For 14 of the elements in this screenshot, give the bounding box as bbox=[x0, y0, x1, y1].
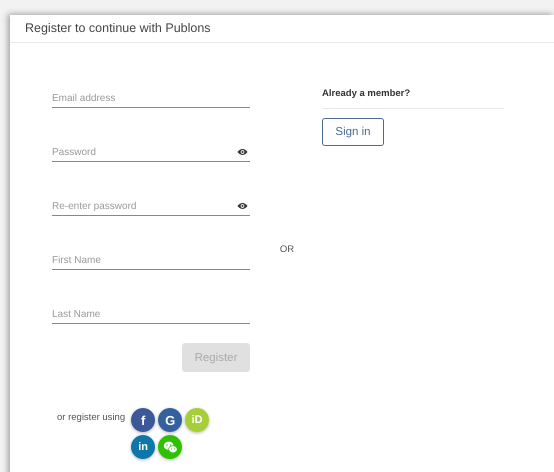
eye-icon[interactable] bbox=[237, 148, 248, 156]
social-login-button[interactable]: in bbox=[131, 435, 156, 459]
input-field[interactable]: Last Name bbox=[52, 305, 250, 324]
input-field[interactable]: Email address bbox=[52, 89, 250, 108]
social-login-button[interactable]: f bbox=[131, 408, 156, 432]
social-label: or register using bbox=[57, 412, 126, 425]
eye-icon[interactable] bbox=[237, 202, 248, 210]
input-field[interactable]: Re-enter password bbox=[52, 197, 250, 216]
input-field[interactable]: First Name bbox=[52, 251, 250, 270]
or-separator: OR bbox=[280, 244, 294, 256]
member-heading: Already a member? bbox=[322, 88, 410, 99]
dialog-title: Register to continue with Publons bbox=[25, 21, 211, 35]
social-login-button[interactable]: G bbox=[158, 408, 182, 432]
sign-in-button[interactable]: Sign in bbox=[322, 118, 384, 146]
